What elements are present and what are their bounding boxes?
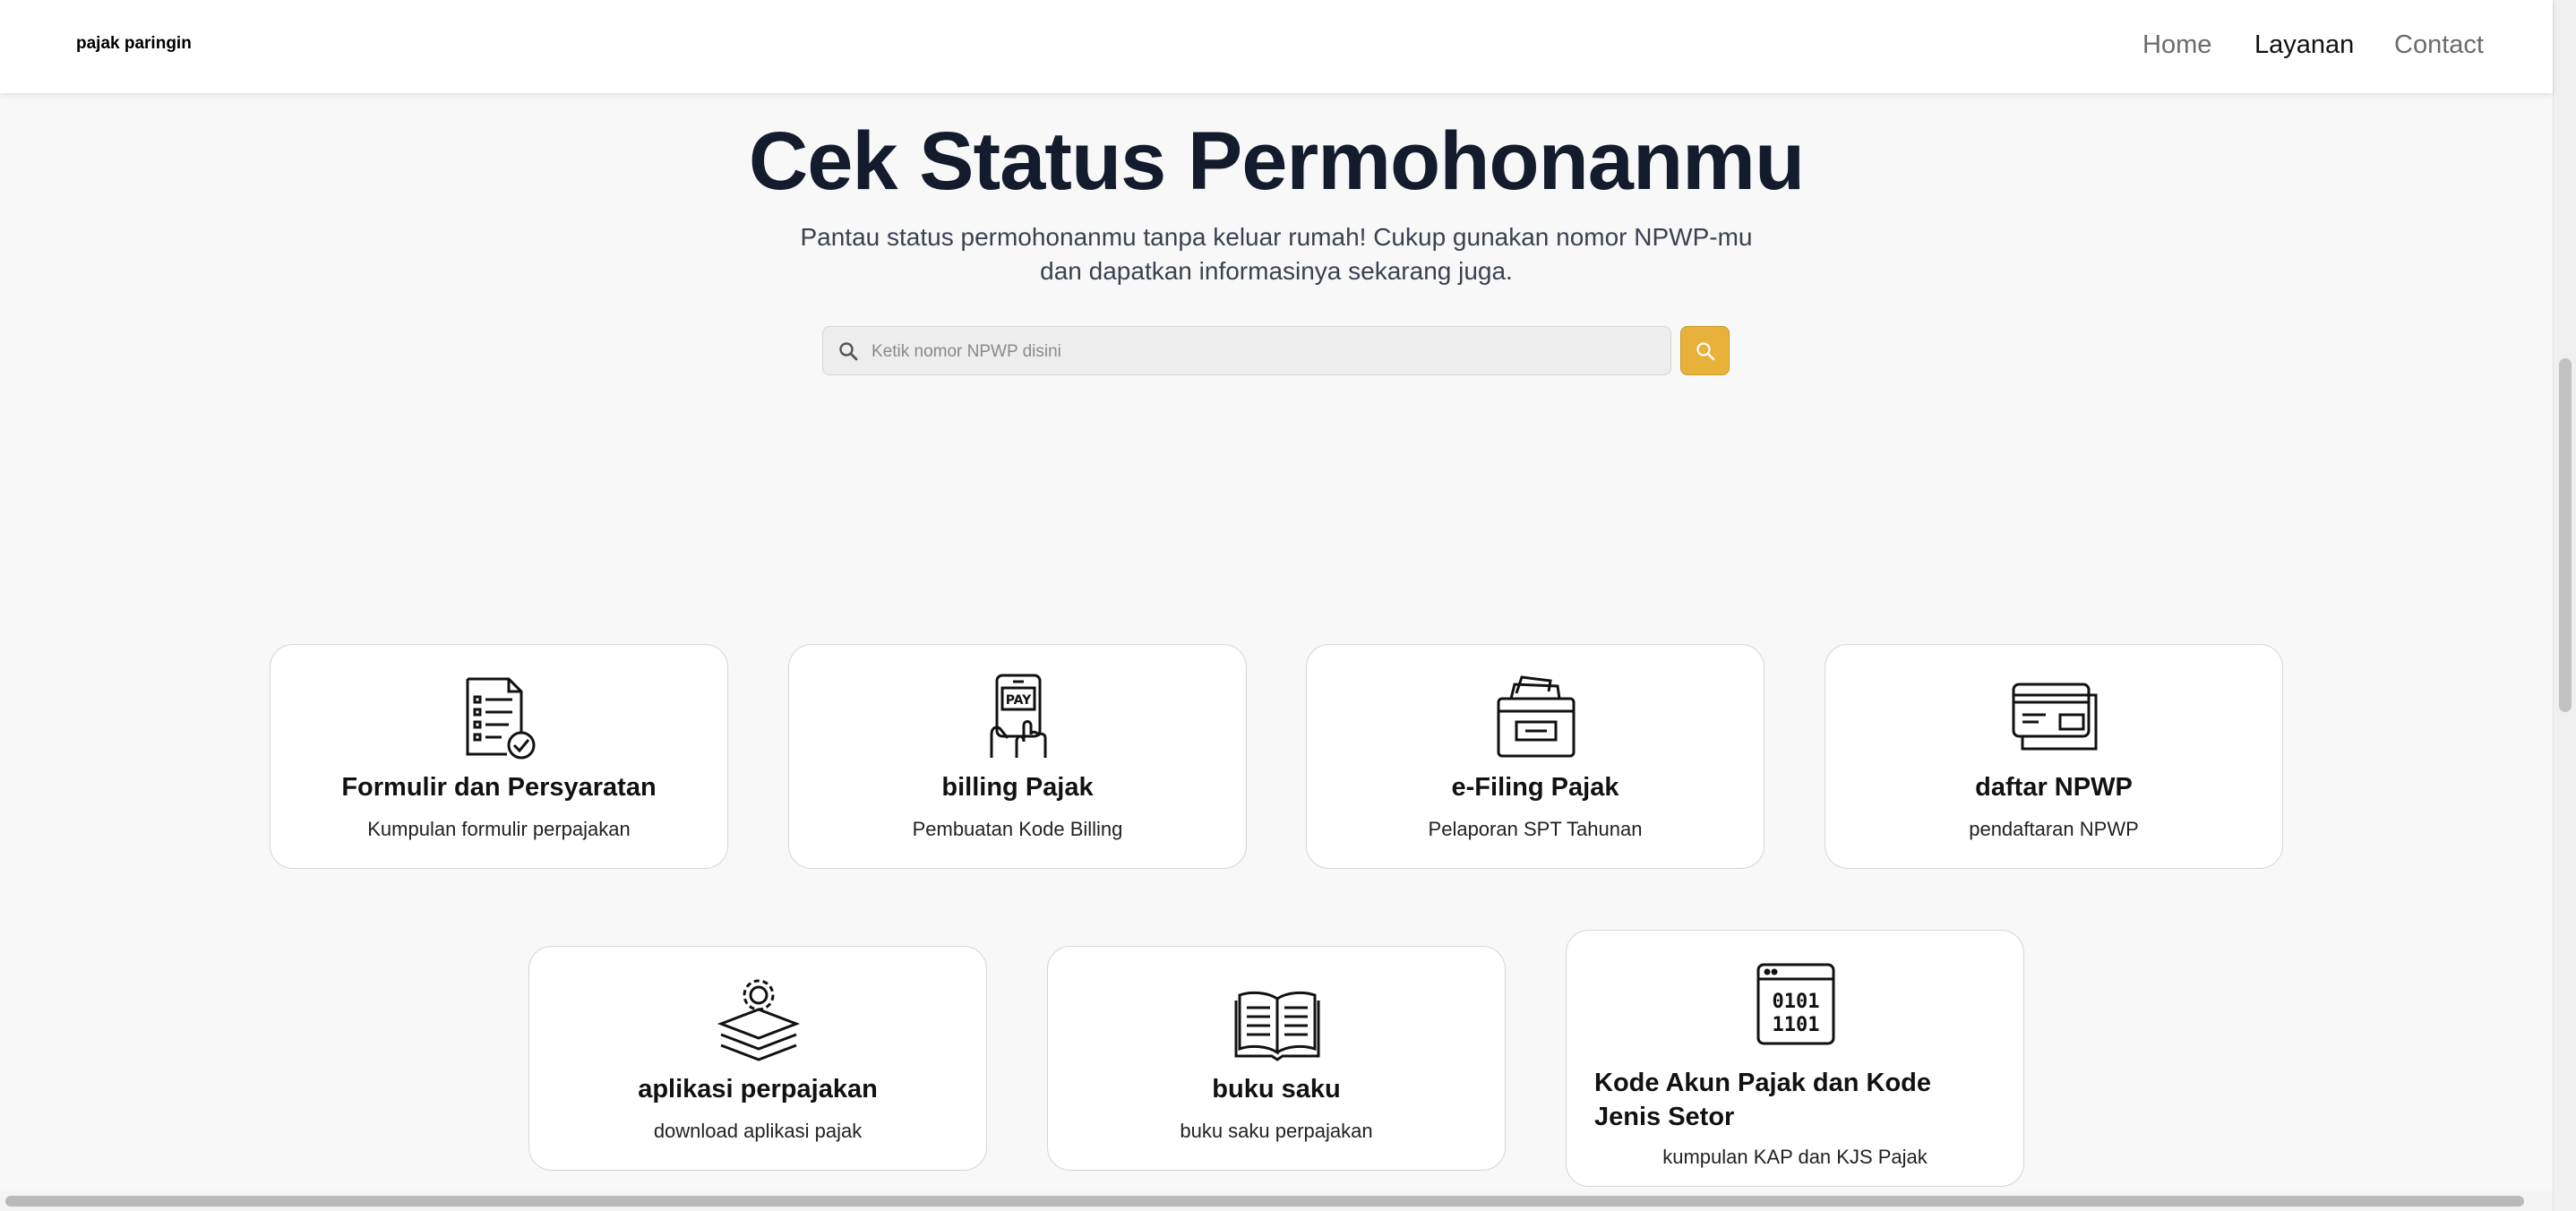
service-title: Formulir dan Persyaratan bbox=[341, 773, 657, 802]
search-icon bbox=[837, 340, 859, 362]
service-description: Pembuatan Kode Billing bbox=[912, 818, 1123, 840]
top-navbar: pajak paringin Home Layanan Contact bbox=[0, 0, 2553, 93]
service-description: buku saku perpajakan bbox=[1180, 1120, 1373, 1142]
service-card-formulir[interactable]: Formulir dan Persyaratan Kumpulan formul… bbox=[270, 644, 728, 869]
service-card-buku-saku[interactable]: buku saku buku saku perpajakan bbox=[1047, 946, 1506, 1171]
nav-link-contact[interactable]: Contact bbox=[2394, 30, 2484, 60]
svg-text:0101: 0101 bbox=[1773, 991, 1820, 1013]
horizontal-scrollbar-thumb[interactable] bbox=[5, 1196, 2524, 1207]
binary-code-icon: 0101 1101 bbox=[1751, 961, 1841, 1051]
nav-link-home[interactable]: Home bbox=[2142, 30, 2211, 60]
service-description: Kumpulan formulir perpajakan bbox=[367, 818, 631, 840]
vertical-scrollbar[interactable] bbox=[2553, 0, 2576, 1211]
service-title: e-Filing Pajak bbox=[1451, 773, 1619, 802]
search-button[interactable] bbox=[1680, 326, 1730, 375]
service-title: daftar NPWP bbox=[1975, 773, 2133, 802]
service-title: buku saku bbox=[1212, 1075, 1341, 1104]
service-description: pendaftaran NPWP bbox=[1969, 818, 2139, 840]
svg-text:PAY: PAY bbox=[1006, 693, 1032, 708]
phone-pay-icon: PAY bbox=[974, 672, 1063, 761]
nav-link-layanan[interactable]: Layanan bbox=[2254, 30, 2354, 60]
search-field[interactable] bbox=[822, 326, 1671, 376]
svg-text:1101: 1101 bbox=[1773, 1014, 1820, 1036]
service-title: billing Pajak bbox=[941, 773, 1094, 802]
service-card-kap-kjs[interactable]: 0101 1101 Kode Akun Pajak dan Kode Jenis… bbox=[1566, 930, 2024, 1187]
page-title: Cek Status Permohonanmu bbox=[748, 116, 1805, 207]
file-box-icon bbox=[1491, 672, 1581, 761]
service-card-aplikasi[interactable]: aplikasi perpajakan download aplikasi pa… bbox=[528, 946, 987, 1171]
npwp-search-input[interactable] bbox=[870, 327, 1662, 376]
service-description: download aplikasi pajak bbox=[653, 1120, 863, 1142]
gear-layers-icon bbox=[714, 974, 803, 1063]
document-check-icon bbox=[455, 672, 545, 761]
vertical-scrollbar-thumb[interactable] bbox=[2559, 358, 2572, 712]
service-card-billing[interactable]: PAY billing Pajak Pembuatan Kode Billing bbox=[788, 644, 1247, 869]
horizontal-scrollbar[interactable] bbox=[0, 1191, 2553, 1211]
service-title: aplikasi perpajakan bbox=[638, 1075, 878, 1104]
open-book-icon bbox=[1232, 974, 1322, 1063]
service-title: Kode Akun Pajak dan Kode Jenis Setor bbox=[1594, 1069, 1931, 1131]
service-card-efiling[interactable]: e-Filing Pajak Pelaporan SPT Tahunan bbox=[1306, 644, 1765, 869]
page-subtitle: Pantau status permohonanmu tanpa keluar … bbox=[800, 223, 1753, 285]
service-description: kumpulan KAP dan KJS Pajak bbox=[1662, 1146, 1928, 1168]
brand-logo-text[interactable]: pajak paringin bbox=[76, 34, 192, 54]
service-description: Pelaporan SPT Tahunan bbox=[1428, 818, 1643, 840]
card-icon bbox=[2010, 672, 2099, 761]
service-card-npwp[interactable]: daftar NPWP pendaftaran NPWP bbox=[1825, 644, 2283, 869]
